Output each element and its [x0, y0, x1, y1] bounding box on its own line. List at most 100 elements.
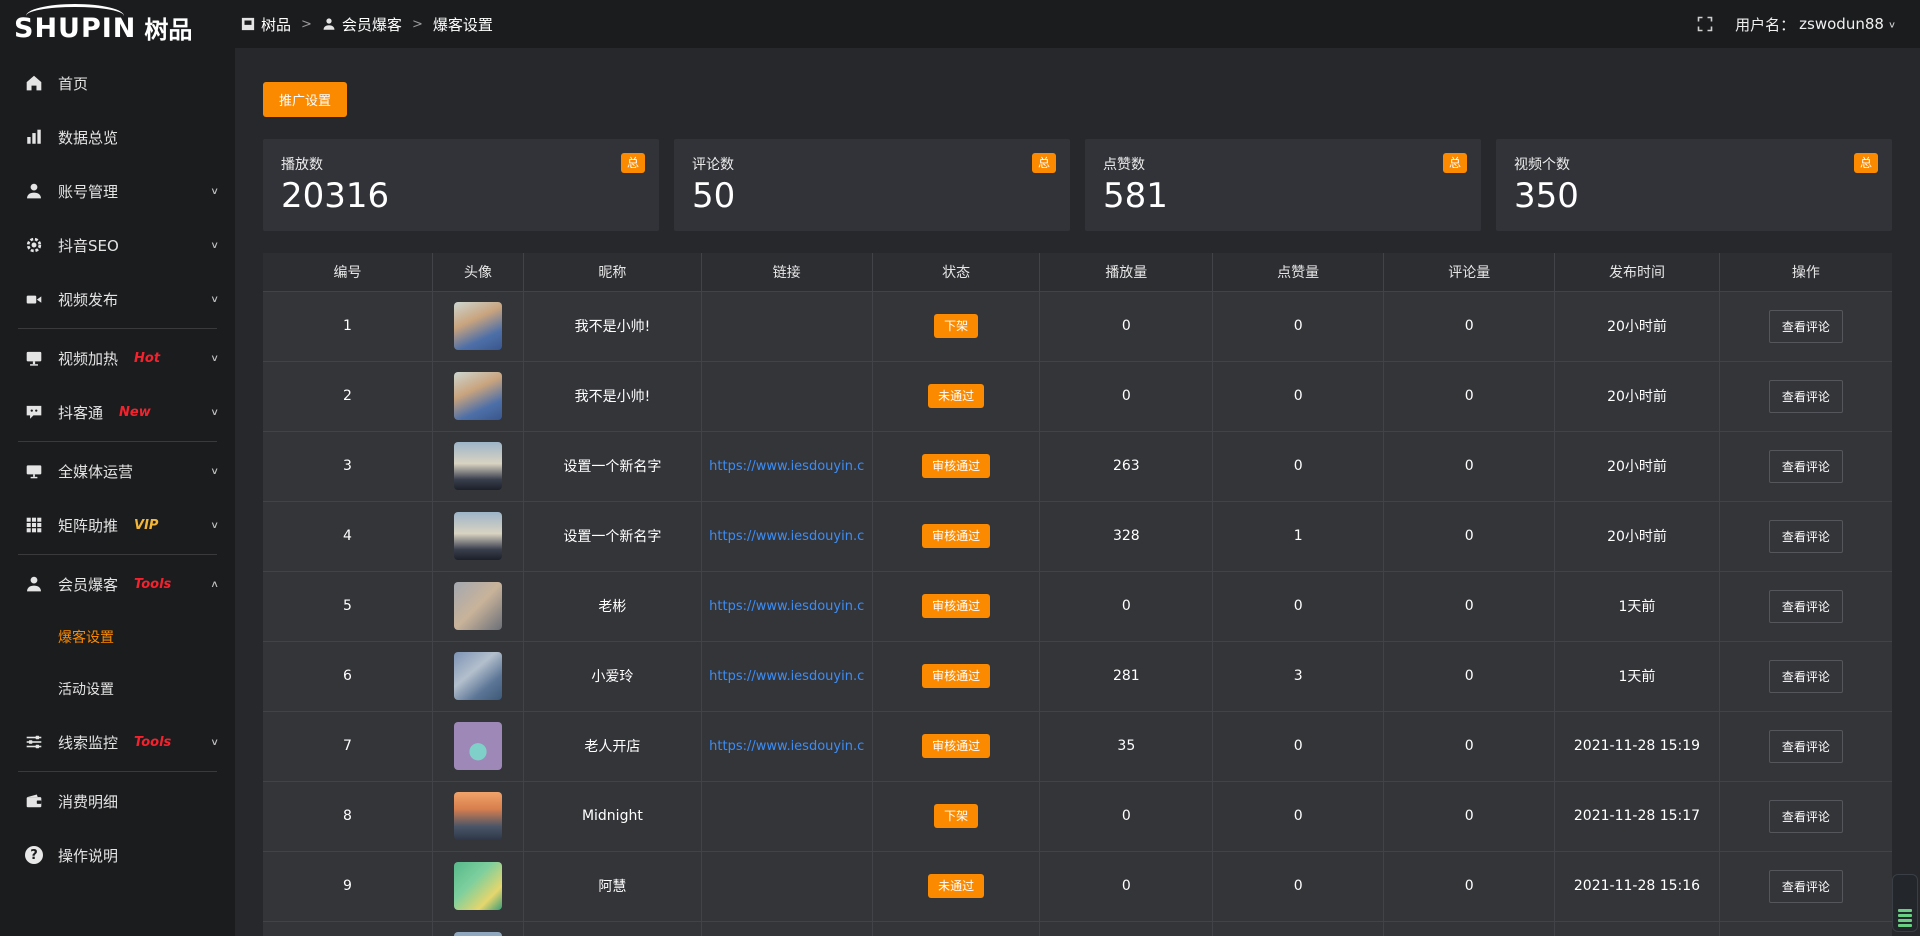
stat-card-value: 350	[1514, 178, 1874, 215]
floating-widget[interactable]	[1892, 874, 1918, 932]
view-comments-button[interactable]: 查看评论	[1769, 730, 1843, 763]
col-header-no: 编号	[263, 253, 432, 291]
status-badge[interactable]: 下架	[934, 804, 978, 828]
col-header-avatar: 头像	[432, 253, 523, 291]
hot-tag: Hot	[134, 351, 160, 366]
stat-card-value: 20316	[281, 178, 641, 215]
status-badge[interactable]: 审核通过	[922, 594, 990, 618]
sidebar-item-account-management[interactable]: 账号管理 ∨	[0, 164, 235, 218]
cell-plays: 0	[1040, 781, 1213, 851]
status-badge[interactable]: 审核通过	[922, 524, 990, 548]
cell-no: 3	[263, 431, 432, 501]
total-badge: 总	[621, 153, 645, 173]
sidebar-item-label: 账号管理	[58, 181, 118, 202]
status-badge[interactable]: 未通过	[928, 384, 984, 408]
table-row-partial	[263, 921, 1892, 936]
stat-cards: 播放数 20316 总 评论数 50 总 点赞数 581 总 视频个数 350	[263, 139, 1892, 231]
sidebar-item-video-publish[interactable]: 视频发布 ∨	[0, 272, 235, 326]
cell-comments: 0	[1384, 781, 1555, 851]
sidebar: SHUPIN 树品 首页 数据总览 账号管理 ∨ 抖音SEO ∨	[0, 0, 235, 936]
cell-link[interactable]: https://www.iesdouyin.c	[701, 641, 872, 711]
view-comments-button[interactable]: 查看评论	[1769, 800, 1843, 833]
sidebar-item-data-overview[interactable]: 数据总览	[0, 110, 235, 164]
sidebar-item-lead-monitor[interactable]: 线索监控 Tools ∨	[0, 715, 235, 769]
cell-link[interactable]	[701, 781, 872, 851]
cell-no: 7	[263, 711, 432, 781]
breadcrumb-item-home[interactable]: 树品	[241, 14, 291, 35]
breadcrumb-item-member-baoke[interactable]: 会员爆客	[322, 14, 402, 35]
avatar	[454, 722, 502, 770]
cell-nickname: 老人开店	[524, 711, 702, 781]
status-badge[interactable]: 审核通过	[922, 454, 990, 478]
bar-chart-icon	[24, 127, 44, 147]
view-comments-button[interactable]: 查看评论	[1769, 660, 1843, 693]
avatar	[454, 932, 502, 936]
view-comments-button[interactable]: 查看评论	[1769, 590, 1843, 623]
cell-no: 1	[263, 291, 432, 361]
tools-tag: Tools	[134, 735, 171, 750]
cell-link[interactable]: https://www.iesdouyin.c	[701, 711, 872, 781]
avatar	[454, 512, 502, 560]
user-menu[interactable]: 用户名：zswodun88 ∨	[1735, 14, 1896, 35]
user-icon	[24, 181, 44, 201]
cell-link[interactable]: https://www.iesdouyin.c	[701, 431, 872, 501]
cell-link[interactable]: https://www.iesdouyin.c	[701, 501, 872, 571]
chevron-down-icon: ∨	[210, 293, 219, 304]
promotion-settings-button[interactable]: 推广设置	[263, 82, 347, 117]
sidebar-item-omnimedia[interactable]: 全媒体运营 ∨	[0, 444, 235, 498]
sidebar-item-member-baoke[interactable]: 会员爆客 Tools ∧	[0, 557, 235, 611]
cell-link[interactable]	[701, 851, 872, 921]
sidebar-item-home[interactable]: 首页	[0, 56, 235, 110]
breadcrumb-separator: >	[301, 17, 312, 32]
vip-tag: VIP	[134, 518, 158, 533]
cell-link[interactable]	[701, 361, 872, 431]
grid-icon	[24, 515, 44, 535]
sidebar-item-label: 视频发布	[58, 289, 118, 310]
view-comments-button[interactable]: 查看评论	[1769, 870, 1843, 903]
cell-nickname: 设置一个新名字	[524, 431, 702, 501]
table-row: 7 老人开店 https://www.iesdouyin.c 审核通过 35 0…	[263, 711, 1892, 781]
sidebar-item-consumption-detail[interactable]: 消费明细	[0, 774, 235, 828]
col-header-link: 链接	[701, 253, 872, 291]
view-comments-button[interactable]: 查看评论	[1769, 520, 1843, 553]
sidebar-item-instructions[interactable]: ? 操作说明	[0, 828, 235, 882]
cell-plays: 281	[1040, 641, 1213, 711]
view-comments-button[interactable]: 查看评论	[1769, 450, 1843, 483]
main-column: 树品 > 会员爆客 > 爆客设置 用户名：zswodun88 ∨	[235, 0, 1920, 936]
sidebar-subitem-baoke-settings[interactable]: 爆客设置	[0, 611, 235, 663]
col-header-comments: 评论量	[1384, 253, 1555, 291]
sidebar-subitem-activity-settings[interactable]: 活动设置	[0, 663, 235, 715]
total-badge: 总	[1032, 153, 1056, 173]
cell-publish-time: 20小时前	[1555, 361, 1720, 431]
breadcrumb-label: 会员爆客	[342, 14, 402, 35]
cell-link[interactable]	[701, 291, 872, 361]
sidebar-item-matrix-boost[interactable]: 矩阵助推 VIP ∨	[0, 498, 235, 552]
cell-publish-time: 2021-11-28 15:19	[1555, 711, 1720, 781]
sidebar-item-douyin-seo[interactable]: 抖音SEO ∨	[0, 218, 235, 272]
view-comments-button[interactable]: 查看评论	[1769, 380, 1843, 413]
chevron-down-icon: ∨	[210, 406, 219, 417]
cell-likes: 0	[1213, 291, 1384, 361]
logo-cn-text: 树品	[144, 4, 192, 45]
status-badge[interactable]: 审核通过	[922, 734, 990, 758]
view-comments-button[interactable]: 查看评论	[1769, 310, 1843, 343]
cell-publish-time: 1天前	[1555, 641, 1720, 711]
breadcrumb-item-baoke-settings[interactable]: 爆客设置	[433, 14, 493, 35]
status-badge[interactable]: 下架	[934, 314, 978, 338]
fullscreen-icon[interactable]	[1697, 16, 1713, 32]
sidebar-item-douketong[interactable]: 抖客通 New ∨	[0, 385, 235, 439]
status-badge[interactable]: 审核通过	[922, 664, 990, 688]
status-badge[interactable]: 未通过	[928, 874, 984, 898]
cell-link[interactable]: https://www.iesdouyin.c	[701, 571, 872, 641]
logo-arc-decoration	[26, 4, 124, 16]
sidebar-item-video-heat[interactable]: 视频加热 Hot ∨	[0, 331, 235, 385]
content-area: 推广设置 播放数 20316 总 评论数 50 总 点赞数 581 总	[235, 48, 1920, 936]
cell-nickname	[524, 921, 702, 936]
cell-comments: 0	[1384, 291, 1555, 361]
cell-publish-time: 2021-11-28 15:17	[1555, 781, 1720, 851]
app-logo[interactable]: SHUPIN 树品	[0, 0, 235, 48]
sidebar-item-label: 全媒体运营	[58, 461, 133, 482]
topbar: 树品 > 会员爆客 > 爆客设置 用户名：zswodun88 ∨	[235, 0, 1920, 48]
sidebar-divider	[18, 328, 217, 329]
sidebar-divider	[18, 441, 217, 442]
